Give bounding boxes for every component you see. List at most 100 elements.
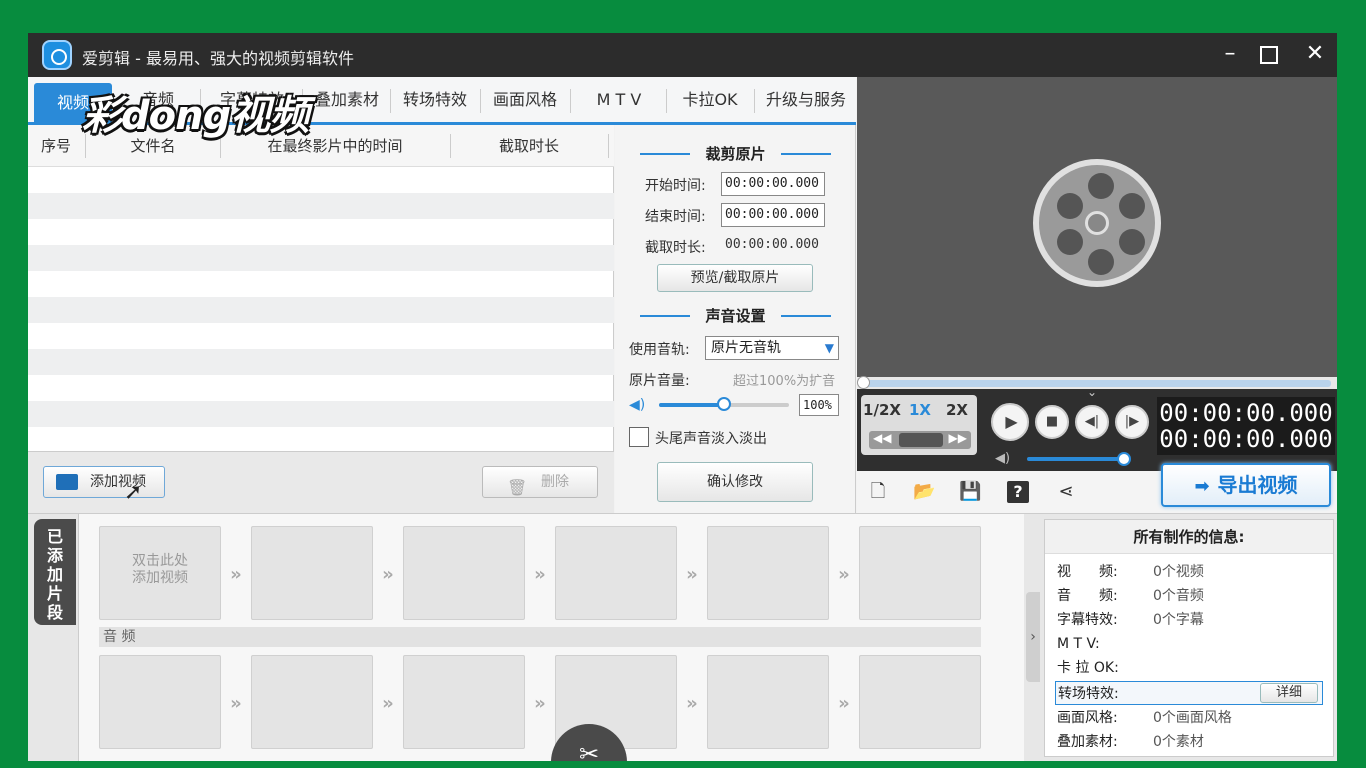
volume-slider-handle[interactable]: [717, 397, 731, 411]
end-time-field[interactable]: 00:00:00.000: [721, 203, 825, 227]
speed-half[interactable]: 1/2X: [863, 401, 901, 419]
app-logo-icon: [42, 40, 72, 70]
play-button[interactable]: ▶: [991, 403, 1029, 441]
col-duration[interactable]: 截取时长: [451, 125, 607, 167]
tab-picture-style[interactable]: 画面风格: [484, 77, 566, 122]
info-row-transitions: 转场特效: 详细: [1055, 681, 1323, 705]
minimize-icon[interactable]: –: [1218, 43, 1242, 67]
close-icon[interactable]: ✕: [1303, 43, 1327, 67]
volume-hint: 超过100%为扩音: [733, 374, 836, 389]
chevron-down-icon[interactable]: ⌄: [1087, 385, 1097, 399]
film-add-icon: [56, 474, 78, 490]
file-list: 序号 文件名 在最终影片中的时间 截取时长: [28, 125, 614, 451]
table-row: [28, 427, 614, 453]
audio-track-label: 音 频: [99, 627, 981, 647]
start-time-field[interactable]: 00:00:00.000: [721, 172, 825, 196]
info-row-picture-style: 画面风格: 0个画面风格: [1057, 710, 1232, 726]
fast-forward-icon[interactable]: ▶▶: [949, 431, 967, 445]
volume-slider[interactable]: [659, 397, 789, 411]
table-row: [28, 375, 614, 401]
speaker-icon[interactable]: ◀): [995, 451, 1010, 466]
stop-button[interactable]: ■: [1035, 405, 1069, 439]
speed-1x[interactable]: 1X: [905, 401, 935, 419]
audio-slot[interactable]: [99, 655, 221, 749]
confirm-button[interactable]: 确认修改: [657, 462, 813, 502]
share-icon[interactable]: ⋖: [1055, 481, 1077, 503]
speed-panel: 1/2X 1X 2X ◀◀ ▶▶: [861, 395, 977, 455]
export-video-button[interactable]: ➡ 导出视频: [1161, 463, 1331, 507]
arrow-icon: »: [382, 693, 394, 714]
detail-button[interactable]: 详细: [1260, 683, 1318, 703]
table-row: [28, 245, 614, 271]
total-time: 00:00:00.000: [1159, 425, 1333, 453]
new-project-icon[interactable]: 🗋: [867, 481, 889, 503]
player-volume-handle[interactable]: [1117, 452, 1131, 466]
info-row-audio: 音 频: 0个音频: [1057, 588, 1204, 604]
collapse-panel-icon[interactable]: ›: [1026, 592, 1040, 682]
project-toolbar: 🗋 📂 💾 ? ⋖ ➡ 导出视频: [857, 463, 1337, 513]
info-row-video: 视 频: 0个视频: [1057, 564, 1204, 580]
arrow-icon: »: [838, 564, 850, 585]
duration-value: 00:00:00.000: [725, 237, 819, 252]
save-icon[interactable]: 💾: [959, 481, 981, 503]
start-time-label: 开始时间:: [645, 178, 706, 194]
arrow-icon: »: [534, 693, 546, 714]
help-icon[interactable]: ?: [1007, 481, 1029, 503]
watermark: 彩dong视频: [82, 93, 309, 139]
tab-transitions[interactable]: 转场特效: [394, 77, 476, 122]
volume-label: 原片音量:: [629, 373, 690, 389]
video-slot[interactable]: [707, 526, 829, 620]
project-info-panel: 所有制作的信息: 视 频: 0个视频 音 频: 0个音频 字幕特效: 0个字幕 M T…: [1044, 519, 1334, 757]
chevron-down-icon: ▼: [824, 341, 834, 355]
info-row-mtv: M T V:: [1057, 636, 1100, 652]
preview-cut-button[interactable]: 预览/截取原片: [657, 264, 813, 292]
table-row: [28, 193, 614, 219]
player-volume-slider[interactable]: [1027, 452, 1131, 466]
info-row-subtitles: 字幕特效: 0个字幕: [1057, 612, 1204, 628]
arrow-icon: »: [534, 564, 546, 585]
maximize-icon[interactable]: [1260, 46, 1278, 64]
rewind-icon[interactable]: ◀◀: [873, 431, 891, 445]
next-frame-button[interactable]: |▶: [1115, 405, 1149, 439]
audio-track-label: 使用音轨:: [629, 342, 690, 358]
tab-upgrade-service[interactable]: 升级与服务: [758, 77, 854, 122]
video-slot[interactable]: [859, 526, 981, 620]
current-time: 00:00:00.000: [1159, 399, 1333, 427]
audio-track-select[interactable]: 原片无音轨 ▼: [705, 336, 839, 360]
audio-slot[interactable]: [859, 655, 981, 749]
speed-2x[interactable]: 2X: [941, 401, 973, 419]
speaker-icon: ◀): [629, 397, 646, 413]
audio-slot[interactable]: [707, 655, 829, 749]
info-title: 所有制作的信息:: [1045, 520, 1333, 554]
col-index[interactable]: 序号: [28, 125, 84, 167]
audio-slot[interactable]: [251, 655, 373, 749]
delete-button[interactable]: 🗑 删除: [482, 466, 598, 498]
arrow-icon: »: [382, 564, 394, 585]
table-row: [28, 349, 614, 375]
shuttle-control[interactable]: ◀◀ ▶▶: [869, 431, 971, 449]
open-folder-icon[interactable]: 📂: [913, 481, 935, 503]
prev-frame-button[interactable]: ◀|: [1075, 405, 1109, 439]
volume-value-field[interactable]: 100%: [799, 394, 839, 416]
trash-icon: 🗑: [507, 478, 528, 497]
tab-overlay[interactable]: 叠加素材: [306, 77, 388, 122]
add-video-button[interactable]: 添加视频: [43, 466, 165, 498]
arrow-icon: »: [230, 564, 242, 585]
arrow-icon: »: [686, 693, 698, 714]
fade-checkbox[interactable]: [629, 427, 649, 447]
timeline-area: 已添加片段 双击此处 添加视频 » » » » » 音 频 » » » » »: [28, 513, 1337, 761]
video-slot[interactable]: [555, 526, 677, 620]
add-video-slot[interactable]: 双击此处 添加视频: [99, 526, 221, 620]
audio-slot[interactable]: [403, 655, 525, 749]
app-title: 爱剪辑 - 最易用、强大的视频剪辑软件: [82, 49, 354, 68]
export-icon: ➡: [1194, 476, 1210, 497]
seek-handle[interactable]: [857, 376, 870, 389]
time-display: 00:00:00.000 00:00:00.000: [1157, 397, 1335, 455]
tab-mtv[interactable]: M T V: [574, 77, 664, 122]
video-slot[interactable]: [403, 526, 525, 620]
end-time-label: 结束时间:: [645, 209, 706, 225]
video-slot[interactable]: [251, 526, 373, 620]
tab-karaoke[interactable]: 卡拉OK: [670, 77, 750, 122]
added-clips-tab[interactable]: 已添加片段: [34, 519, 76, 625]
fade-label: 头尾声音淡入淡出: [655, 431, 767, 447]
